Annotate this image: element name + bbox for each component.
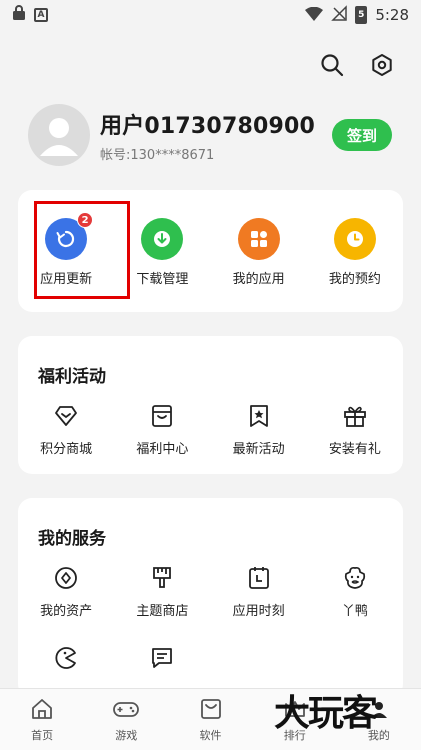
welfare-item-install-gift[interactable]: 安装有礼 (307, 402, 403, 457)
avatar[interactable] (28, 104, 90, 166)
quick-action-label: 我的应用 (232, 272, 285, 287)
watermark-text: 大玩客 (274, 692, 378, 734)
quick-action-my-apps[interactable]: 我的应用 (211, 218, 307, 287)
service-item-theme-store[interactable]: 主题商店 (114, 564, 210, 619)
section-title: 我的服务 (38, 529, 106, 549)
gift-icon (341, 402, 369, 430)
service-item-game[interactable] (18, 644, 114, 680)
gamepad-icon (112, 697, 140, 725)
nav-label: 首页 (31, 729, 54, 742)
duck-icon (341, 564, 369, 592)
welfare-card: 福利活动 积分商城 福利中心 最新活动 安装有礼 (18, 336, 403, 474)
welfare-item-points-mall[interactable]: 积分商城 (18, 402, 114, 457)
service-item-label: 主题商店 (136, 604, 189, 619)
watermark-logo: 大玩客 (274, 684, 378, 736)
no-signal-icon (331, 5, 348, 25)
quick-action-label: 下载管理 (136, 272, 189, 287)
star-bookmark-icon (245, 402, 273, 430)
service-item-yaya[interactable]: 丫鸭 (307, 564, 403, 619)
lock-icon (12, 5, 26, 25)
search-icon[interactable] (319, 52, 345, 78)
service-item-label: 应用时刻 (232, 604, 285, 619)
nav-games[interactable]: 游戏 (84, 689, 168, 750)
section-title: 福利活动 (38, 367, 106, 387)
nav-label: 游戏 (115, 729, 138, 742)
wifi-icon (305, 6, 324, 25)
nav-home[interactable]: 首页 (0, 689, 84, 750)
notification-a-icon: A (34, 8, 48, 22)
top-actions (319, 52, 395, 78)
brush-icon (148, 564, 176, 592)
welfare-item-label: 积分商城 (40, 442, 93, 457)
highlight-box (34, 201, 130, 299)
account-number: 帐号:130****8671 (100, 148, 215, 163)
calendar-icon (245, 564, 273, 592)
service-item-my-assets[interactable]: 我的资产 (18, 564, 114, 619)
pacman-icon (52, 644, 80, 672)
service-item-app-moments[interactable]: 应用时刻 (211, 564, 307, 619)
home-icon (30, 697, 54, 725)
services-card: 我的服务 我的资产 主题商店 应用时刻 丫鸭 (18, 498, 403, 698)
service-item-label: 我的资产 (40, 604, 93, 619)
nav-label: 软件 (199, 729, 222, 742)
clock-icon (333, 218, 376, 260)
welfare-item-welfare-center[interactable]: 福利中心 (114, 402, 210, 457)
username[interactable]: 用户01730780900 (100, 108, 315, 140)
welfare-item-label: 福利中心 (136, 442, 189, 457)
box-icon (199, 697, 223, 725)
welfare-item-latest-events[interactable]: 最新活动 (211, 402, 307, 457)
message-icon (148, 644, 176, 672)
coin-icon (52, 564, 80, 592)
download-icon (141, 218, 184, 260)
status-bar: A 5 5:28 (0, 0, 421, 30)
bag-icon (148, 402, 176, 430)
settings-icon[interactable] (369, 52, 395, 78)
welfare-item-label: 安装有礼 (328, 442, 381, 457)
status-time: 5:28 (375, 6, 409, 24)
signin-button[interactable]: 签到 (332, 119, 392, 151)
apps-icon (237, 218, 280, 260)
welfare-item-label: 最新活动 (232, 442, 285, 457)
quick-action-my-reservations[interactable]: 我的预约 (307, 218, 403, 287)
profile-header: 用户01730780900 帐号:130****8671 签到 (28, 104, 398, 168)
quick-action-label: 我的预约 (328, 272, 381, 287)
service-item-label: 丫鸭 (341, 604, 368, 619)
battery-icon: 5 (355, 6, 368, 24)
nav-software[interactable]: 软件 (168, 689, 252, 750)
service-item-messages[interactable] (114, 644, 210, 680)
diamond-icon (52, 402, 80, 430)
